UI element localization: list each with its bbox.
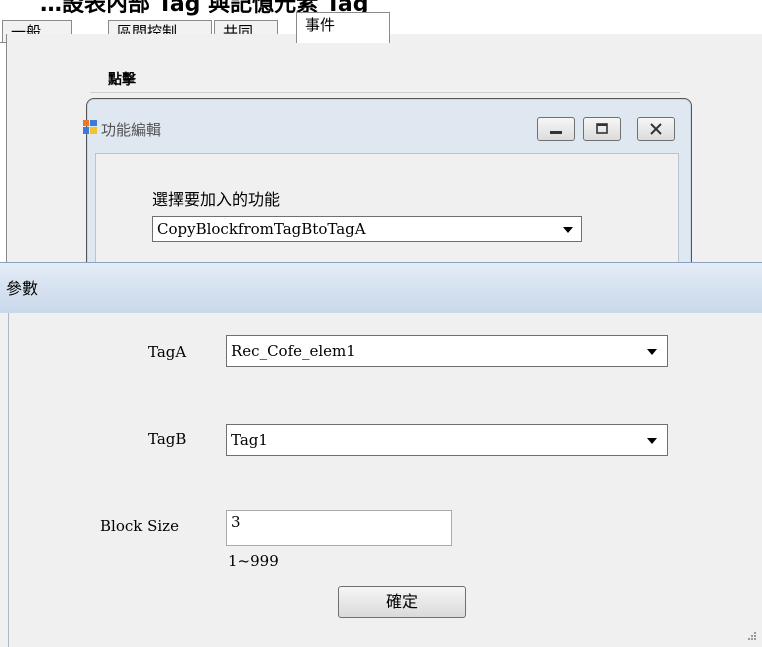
chevron-down-icon (647, 438, 657, 444)
minimize-icon (550, 131, 562, 134)
tab-events[interactable]: 事件 (296, 12, 390, 43)
resize-grip-icon[interactable] (746, 630, 756, 640)
app-window-icon (83, 120, 97, 134)
close-button[interactable] (637, 117, 675, 141)
chevron-down-icon (647, 349, 657, 355)
tagb-label: TagB (148, 430, 187, 448)
function-edit-title: 功能編輯 (83, 119, 161, 140)
maximize-button[interactable] (583, 117, 621, 141)
block-size-range-hint: 1~999 (228, 552, 279, 570)
section-divider (90, 92, 680, 93)
minimize-button[interactable] (537, 117, 575, 141)
maximize-icon (596, 123, 608, 134)
tagb-select[interactable]: Tag1 (226, 424, 668, 456)
section-label-click: 點擊 (108, 72, 136, 88)
block-size-label: Block Size (100, 517, 179, 535)
chevron-down-icon (563, 227, 573, 233)
ok-button[interactable]: 確定 (338, 586, 466, 618)
choose-function-label: 選擇要加入的功能 (152, 190, 281, 209)
block-size-input[interactable]: 3 (226, 510, 452, 546)
taga-label: TagA (148, 343, 187, 361)
taga-select[interactable]: Rec_Cofe_elem1 (226, 335, 668, 367)
parameters-title-bar: 參數 (0, 263, 762, 313)
function-select[interactable]: CopyBlockfromTagBtoTagA (152, 216, 582, 242)
close-icon (650, 123, 662, 135)
parameters-title: 參數 (6, 279, 39, 298)
